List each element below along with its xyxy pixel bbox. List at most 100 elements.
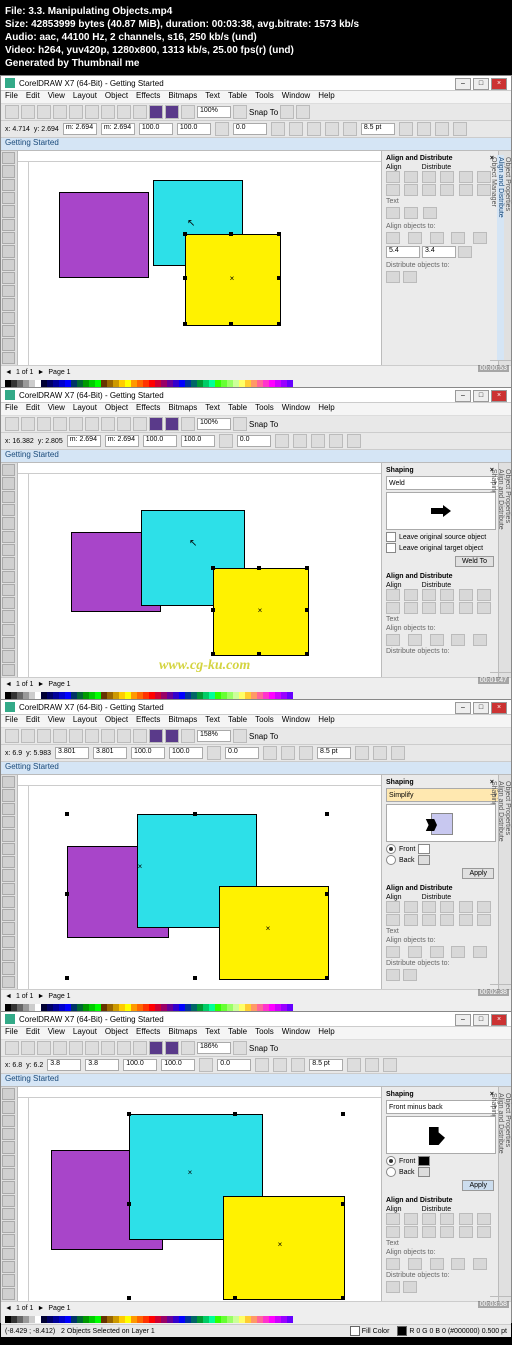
menu-tools[interactable]: Tools	[255, 91, 274, 103]
purple-rect[interactable]	[59, 192, 149, 278]
redo-icon[interactable]	[133, 105, 147, 119]
front-radio[interactable]: Front	[386, 1156, 494, 1166]
canvas[interactable]: × ↖	[29, 162, 381, 365]
maximize-button[interactable]: □	[473, 390, 489, 402]
align-left-icon[interactable]	[386, 171, 400, 183]
export-icon[interactable]	[165, 105, 179, 119]
connector-tool[interactable]	[2, 312, 15, 324]
align-center-v-icon[interactable]	[404, 184, 418, 196]
cut-icon[interactable]	[69, 105, 83, 119]
shape-tool[interactable]	[2, 165, 15, 177]
fill-tool[interactable]	[2, 352, 15, 364]
shaping-mode-select[interactable]: Simplify	[386, 788, 500, 802]
palette-swatch[interactable]	[287, 380, 293, 387]
dist-center-v-icon[interactable]	[459, 184, 473, 196]
align-right-icon[interactable]	[422, 171, 436, 183]
align-x-input[interactable]: 5.4	[386, 246, 420, 258]
page-next[interactable]: ►	[37, 369, 44, 376]
palette-swatch[interactable]	[287, 1316, 293, 1323]
close-button[interactable]: ×	[491, 78, 507, 90]
menu-layout[interactable]: Layout	[73, 91, 97, 103]
canvas[interactable]: × ↖ www.cg-ku.com	[29, 474, 381, 677]
sidetab-properties[interactable]: Object Properties	[504, 155, 511, 361]
align-to-icon[interactable]	[451, 232, 465, 244]
mirror-h-icon[interactable]	[271, 122, 285, 136]
yellow-rect[interactable]	[219, 886, 329, 980]
rotation-input[interactable]: 0.0	[233, 123, 267, 135]
new-icon[interactable]	[5, 105, 19, 119]
zoom-tool[interactable]	[2, 192, 15, 204]
page-prev[interactable]: ◄	[5, 369, 12, 376]
shaping-mode-select[interactable]: Front minus back	[386, 1100, 500, 1114]
import-icon[interactable]	[149, 105, 163, 119]
align-to-icon[interactable]	[386, 232, 400, 244]
paste-icon[interactable]	[101, 105, 115, 119]
dist-to-icon[interactable]	[386, 271, 400, 283]
rectangle-tool[interactable]	[2, 232, 15, 244]
publish-icon[interactable]	[181, 105, 195, 119]
corner3-icon[interactable]	[343, 122, 357, 136]
width-input[interactable]: m: 2.694	[63, 123, 97, 135]
menu-object[interactable]: Object	[105, 91, 128, 103]
align-to-icon[interactable]	[408, 232, 422, 244]
align-y-input[interactable]: 3.4	[422, 246, 456, 258]
wrap-icon[interactable]	[399, 122, 413, 136]
front-radio[interactable]: Front	[386, 844, 494, 854]
artistic-tool[interactable]	[2, 219, 15, 231]
menu-table[interactable]: Table	[228, 91, 247, 103]
dist-to-icon[interactable]	[403, 271, 417, 283]
freehand-tool[interactable]	[2, 205, 15, 217]
sel-handle[interactable]	[229, 322, 233, 326]
mirror-v-icon[interactable]	[289, 122, 303, 136]
corner-icon[interactable]	[307, 122, 321, 136]
sel-handle[interactable]	[183, 276, 187, 280]
sel-handle[interactable]	[277, 322, 281, 326]
text-align-icon[interactable]	[404, 207, 418, 219]
sel-handle[interactable]	[277, 276, 281, 280]
align-to-icon[interactable]	[430, 232, 444, 244]
effects-tool[interactable]	[2, 325, 15, 337]
minimize-button[interactable]: –	[455, 78, 471, 90]
menu-text[interactable]: Text	[205, 91, 220, 103]
palette-swatch[interactable]	[287, 1004, 293, 1011]
menu-view[interactable]: View	[48, 91, 65, 103]
launch-icon[interactable]	[296, 105, 310, 119]
align-bottom-icon[interactable]	[422, 184, 436, 196]
dimension-tool[interactable]	[2, 298, 15, 310]
scale-x-input[interactable]: 100.0	[139, 123, 173, 135]
leave-source-checkbox[interactable]: Leave original source object	[386, 532, 494, 542]
back-radio[interactable]: Back	[386, 855, 494, 865]
canvas[interactable]: ××	[29, 786, 381, 989]
outline-width[interactable]: 8.5 pt	[361, 123, 395, 135]
menu-file[interactable]: File	[5, 91, 18, 103]
menu-window[interactable]: Window	[282, 91, 310, 103]
sel-handle[interactable]	[183, 322, 187, 326]
height-input[interactable]: m: 2.694	[101, 123, 135, 135]
dist-center-h-icon[interactable]	[459, 171, 473, 183]
dist-left-icon[interactable]	[440, 171, 454, 183]
save-icon[interactable]	[37, 105, 51, 119]
text-tool[interactable]	[2, 272, 15, 284]
align-center-h-icon[interactable]	[404, 171, 418, 183]
convert-icon[interactable]	[453, 122, 467, 136]
maximize-button[interactable]: □	[473, 78, 489, 90]
lock-ratio-icon[interactable]	[215, 122, 229, 136]
open-icon[interactable]	[21, 105, 35, 119]
scale-y-input[interactable]: 100.0	[177, 123, 211, 135]
point-icon[interactable]	[458, 246, 472, 258]
corner2-icon[interactable]	[325, 122, 339, 136]
tab-getting-started[interactable]: Getting Started	[5, 138, 59, 147]
front-icon[interactable]	[417, 122, 431, 136]
sel-handle[interactable]	[229, 232, 233, 236]
copy-icon[interactable]	[85, 105, 99, 119]
yellow-rect[interactable]	[223, 1196, 345, 1300]
align-to-icon[interactable]	[473, 232, 487, 244]
text-align-icon[interactable]	[386, 207, 400, 219]
sidetab-align[interactable]: Align and Distribute	[497, 155, 504, 361]
dist-top-icon[interactable]	[440, 184, 454, 196]
polygon-tool[interactable]	[2, 259, 15, 271]
weld-to-button[interactable]: Weld To	[455, 556, 494, 567]
menu-help[interactable]: Help	[318, 91, 334, 103]
snap-icon[interactable]	[233, 105, 247, 119]
minimize-button[interactable]: –	[455, 390, 471, 402]
